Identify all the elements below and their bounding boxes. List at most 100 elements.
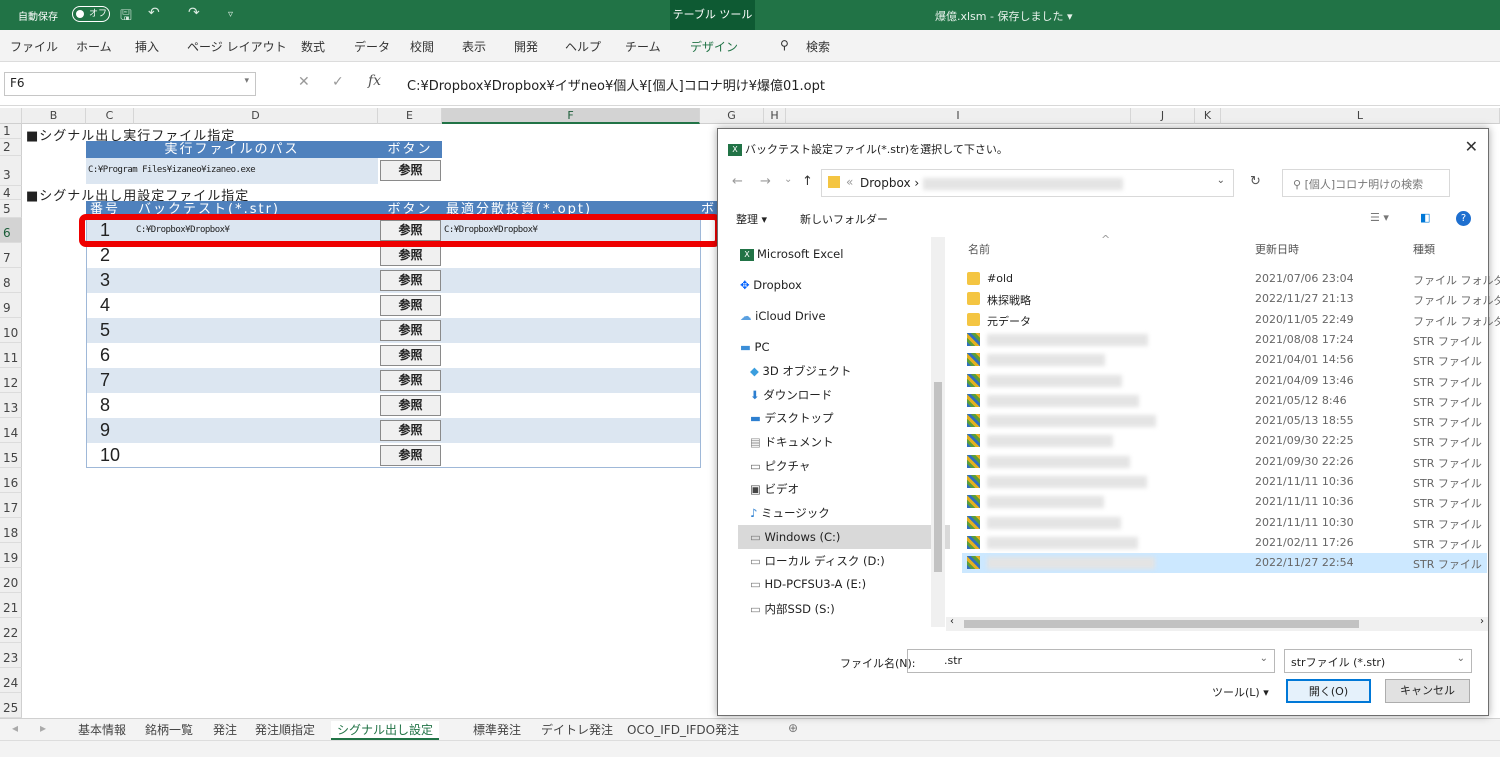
tab-review[interactable]: 校閲 <box>410 38 434 55</box>
chevron-down-icon[interactable]: ⌄ <box>1260 653 1268 664</box>
file-row[interactable]: 2021/11/11 10:30 STR ファイル <box>962 513 1487 533</box>
nav-item-ssd-s[interactable]: ▭ 内部SSD (S:) <box>750 601 835 617</box>
row-header[interactable]: 21 <box>0 593 22 618</box>
tab-scroll-right-icon[interactable]: ▸ <box>40 721 46 735</box>
function-icon[interactable]: fx <box>368 73 381 89</box>
customize-icon[interactable]: ▿ <box>228 9 233 20</box>
column-name[interactable]: 名前 <box>968 241 990 257</box>
row-header[interactable]: 9 <box>0 293 22 318</box>
nav-item-windows-c[interactable]: ▭ Windows (C:) <box>738 525 950 549</box>
back-icon[interactable]: ← <box>732 174 743 189</box>
file-row[interactable]: 2022/11/27 22:54 STR ファイル <box>962 553 1487 574</box>
row-header[interactable]: 3 <box>0 156 22 186</box>
undo-icon[interactable]: ↶ <box>148 5 160 21</box>
formula-input[interactable]: C:¥Dropbox¥Dropbox¥イザneo¥個人¥[個人]コロナ明け¥爆億… <box>395 72 1495 96</box>
document-title[interactable]: 爆億.xlsm - 保存しました ▾ <box>935 8 1073 24</box>
sheet-tab[interactable]: 銘柄一覧 <box>145 721 193 738</box>
new-folder-button[interactable]: 新しいフォルダー <box>800 211 888 227</box>
preview-pane-icon[interactable]: ◧ <box>1420 211 1430 224</box>
nav-item-music[interactable]: ♪ ミュージック <box>750 505 830 521</box>
up-icon[interactable]: ↑ <box>802 174 813 189</box>
tab-help[interactable]: ヘルプ <box>565 38 601 55</box>
column-header[interactable]: I <box>786 108 1131 124</box>
file-row[interactable]: 2021/08/08 17:24 STR ファイル <box>962 330 1487 350</box>
file-row[interactable]: #old 2021/07/06 23:04 ファイル フォルダー <box>962 269 1500 289</box>
name-box[interactable]: F6 ▾ <box>4 72 256 96</box>
tab-file[interactable]: ファイル <box>10 38 58 55</box>
sheet-tab[interactable]: OCO_IFD_IFDO発注 <box>627 721 739 738</box>
cancel-button[interactable]: キャンセル <box>1385 679 1470 703</box>
file-row[interactable]: 2021/02/11 17:26 STR ファイル <box>962 533 1487 553</box>
file-type-select[interactable]: strファイル (*.str) ⌄ <box>1284 649 1472 673</box>
file-row[interactable]: 2021/11/11 10:36 STR ファイル <box>962 472 1487 492</box>
row-header[interactable]: 23 <box>0 643 22 668</box>
browse-button[interactable]: 参照 <box>380 295 441 316</box>
row-header[interactable]: 12 <box>0 368 22 393</box>
tab-insert[interactable]: 挿入 <box>135 38 159 55</box>
browse-button[interactable]: 参照 <box>380 245 441 266</box>
scrollbar-thumb[interactable] <box>934 382 942 572</box>
forward-icon[interactable]: → <box>760 174 771 189</box>
nav-item-excel[interactable]: X Microsoft Excel <box>740 247 843 261</box>
tools-button[interactable]: ツール(L) ▾ <box>1212 684 1269 700</box>
scrollbar-thumb[interactable] <box>964 620 1359 628</box>
tab-team[interactable]: チーム <box>625 38 661 55</box>
row-header[interactable]: 1 <box>0 124 22 139</box>
browse-button[interactable]: 参照 <box>380 445 441 466</box>
nav-item-local-d[interactable]: ▭ ローカル ディスク (D:) <box>750 553 885 569</box>
close-icon[interactable]: ✕ <box>1465 137 1478 156</box>
cancel-icon[interactable]: ✕ <box>298 74 310 90</box>
organize-button[interactable]: 整理 ▾ <box>736 211 767 227</box>
filename-input[interactable]: .str ⌄ <box>907 649 1275 673</box>
file-row[interactable]: 2021/09/30 22:26 STR ファイル <box>962 452 1487 472</box>
nav-item-icloud[interactable]: ☁ iCloud Drive <box>740 309 826 323</box>
browse-button[interactable]: 参照 <box>380 345 441 366</box>
row-header-selected[interactable]: 6 <box>0 218 22 243</box>
row-header[interactable]: 24 <box>0 668 22 693</box>
file-row[interactable]: 元データ 2020/11/05 22:49 ファイル フォルダー <box>962 310 1500 330</box>
nav-item-pictures[interactable]: ▭ ピクチャ <box>750 458 810 474</box>
row-header[interactable]: 2 <box>0 139 22 156</box>
nav-item-documents[interactable]: ▤ ドキュメント <box>750 434 834 450</box>
nav-item-pc[interactable]: ▬ PC <box>740 340 770 354</box>
file-row[interactable]: 2021/04/09 13:46 STR ファイル <box>962 371 1487 391</box>
address-bar[interactable]: « Dropbox › ⌄ <box>821 169 1234 197</box>
row-header[interactable]: 22 <box>0 618 22 643</box>
file-row[interactable]: 2021/05/12 8:46 STR ファイル <box>962 391 1487 411</box>
sheet-tab[interactable]: 基本情報 <box>78 721 126 738</box>
check-icon[interactable]: ✓ <box>332 74 344 90</box>
tab-page-layout[interactable]: ページ レイアウト <box>187 38 287 55</box>
tab-formulas[interactable]: 数式 <box>301 38 325 55</box>
column-header[interactable]: G <box>700 108 764 124</box>
row-header[interactable]: 15 <box>0 443 22 468</box>
nav-scrollbar[interactable] <box>931 237 945 627</box>
scroll-left-icon[interactable]: ‹ <box>950 616 954 627</box>
row-header[interactable]: 5 <box>0 200 22 218</box>
autosave-toggle[interactable]: オフ <box>72 6 110 22</box>
column-header-selected[interactable]: F <box>442 108 700 124</box>
sheet-tab[interactable]: 標準発注 <box>473 721 521 738</box>
ribbon-search[interactable]: 検索 <box>806 38 830 55</box>
view-options-icon[interactable]: ☰ ▾ <box>1370 211 1389 224</box>
tab-data[interactable]: データ <box>354 38 390 55</box>
open-button[interactable]: 開く(O) <box>1286 679 1371 703</box>
row-header[interactable]: 8 <box>0 268 22 293</box>
file-row[interactable]: 2021/05/13 18:55 STR ファイル <box>962 411 1487 431</box>
column-header[interactable]: D <box>134 108 378 124</box>
column-header[interactable]: E <box>378 108 442 124</box>
browse-button[interactable]: 参照 <box>380 320 441 341</box>
select-all-corner[interactable] <box>0 108 22 124</box>
recent-chevron-icon[interactable]: ⌄ <box>784 174 792 185</box>
redo-icon[interactable]: ↷ <box>188 5 200 21</box>
row-header[interactable]: 14 <box>0 418 22 443</box>
row-header[interactable]: 7 <box>0 243 22 268</box>
file-row[interactable]: 2021/09/30 22:25 STR ファイル <box>962 431 1487 451</box>
search-input[interactable]: ⚲ [個人]コロナ明けの検索 <box>1282 169 1450 197</box>
sheet-tab-active[interactable]: シグナル出し設定 <box>331 721 440 740</box>
tab-view[interactable]: 表示 <box>462 38 486 55</box>
tab-developer[interactable]: 開発 <box>514 38 538 55</box>
row-header[interactable]: 20 <box>0 568 22 593</box>
column-header[interactable]: H <box>764 108 786 124</box>
refresh-icon[interactable]: ↻ <box>1250 174 1261 189</box>
row-header[interactable]: 18 <box>0 518 22 543</box>
